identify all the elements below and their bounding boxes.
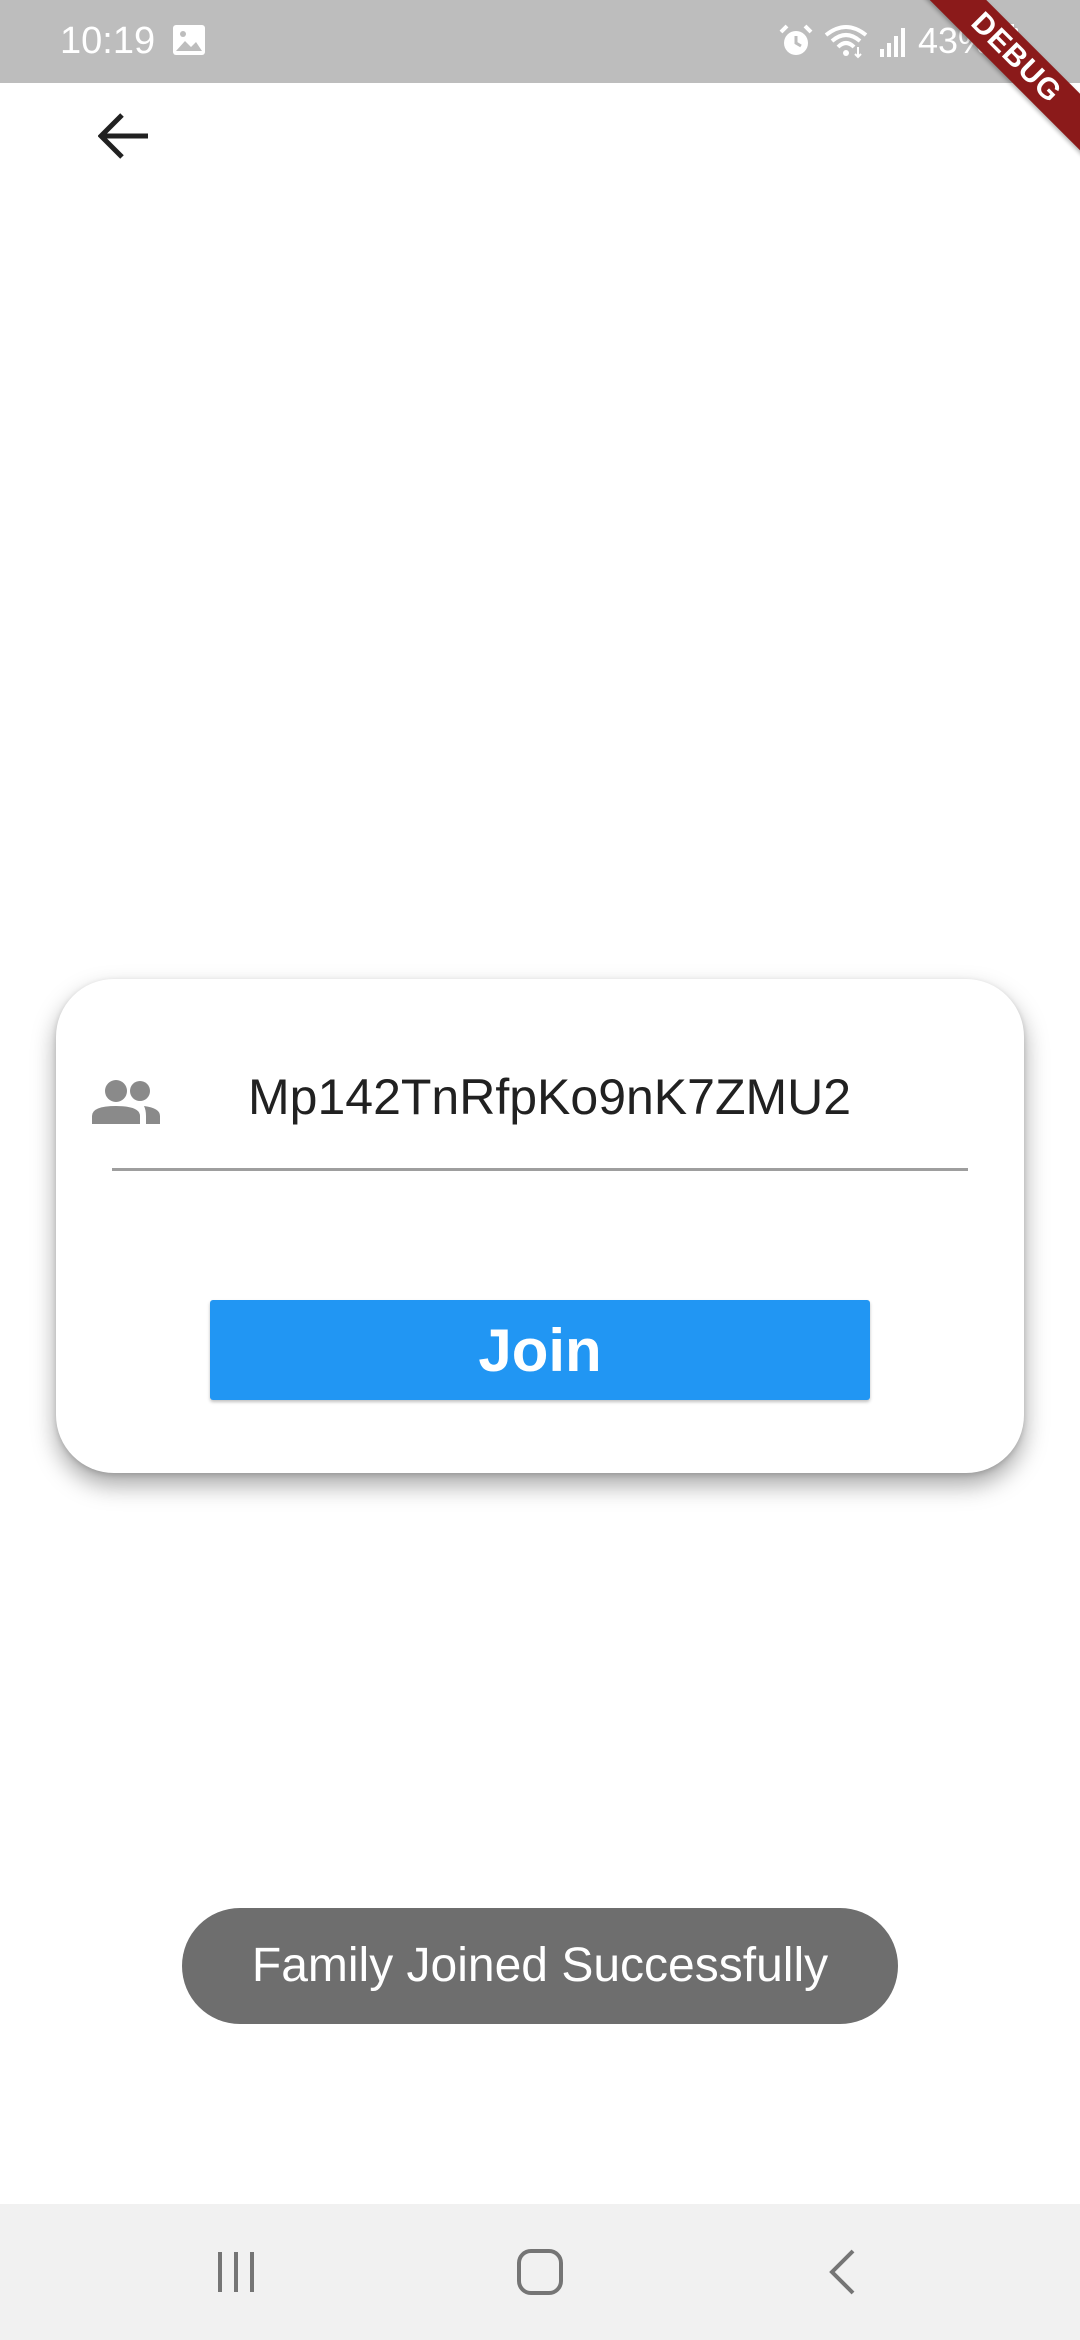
gallery-icon <box>172 24 206 56</box>
family-code-input[interactable] <box>248 1062 968 1132</box>
back-button[interactable] <box>84 96 164 176</box>
nav-back-button[interactable] <box>792 2234 892 2310</box>
battery-percentage: 43% <box>917 20 990 61</box>
home-button[interactable] <box>490 2234 590 2310</box>
status-time: 10:19 <box>60 20 156 62</box>
toast-message: Family Joined Successfully <box>182 1908 898 2024</box>
navigation-bar <box>0 2204 1080 2340</box>
home-icon <box>517 2249 563 2295</box>
status-icons: 43% <box>778 14 1020 68</box>
join-family-screen: 10:19 43% DEBUG Mp142TnRfpKo9nK7ZMU2 Joi… <box>0 0 1080 2340</box>
back-icon <box>829 2249 855 2295</box>
group-icon <box>90 1078 162 1126</box>
signal-icon <box>878 23 908 59</box>
recent-apps-icon <box>218 2252 254 2292</box>
status-bar: 10:19 43% <box>0 0 1080 83</box>
battery-icon <box>1000 23 1020 59</box>
recent-apps-button[interactable] <box>186 2234 286 2310</box>
arrow-back-icon <box>98 113 148 159</box>
wifi-icon <box>824 23 868 59</box>
alarm-icon <box>778 23 814 59</box>
join-button[interactable]: Join <box>210 1300 870 1400</box>
input-underline <box>112 1168 968 1171</box>
